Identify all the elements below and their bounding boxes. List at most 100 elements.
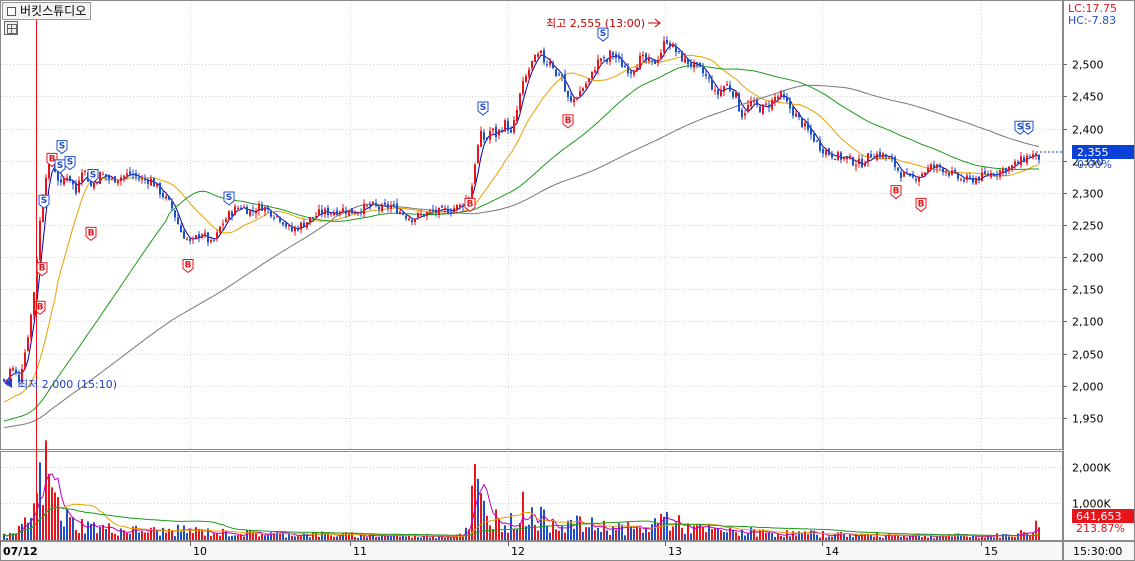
volume-bar bbox=[858, 535, 860, 540]
candle-body bbox=[93, 182, 95, 188]
candle-body bbox=[168, 196, 170, 200]
candle-body bbox=[246, 206, 248, 215]
volume-bar bbox=[771, 532, 773, 540]
date-label: 07/12 bbox=[3, 545, 38, 558]
buy-signal-marker-letter: B bbox=[39, 264, 46, 274]
volume-bar bbox=[570, 519, 572, 540]
volume-bar bbox=[996, 533, 998, 540]
candle-body bbox=[765, 103, 767, 105]
volume-bar bbox=[51, 487, 53, 540]
candle-body bbox=[606, 59, 608, 63]
candle-body bbox=[441, 205, 443, 208]
volume-bar bbox=[687, 523, 689, 540]
candle-body bbox=[648, 58, 650, 62]
candle-body bbox=[135, 172, 137, 177]
volume-bar bbox=[963, 535, 965, 540]
candle-body bbox=[978, 176, 980, 181]
candle-body bbox=[660, 52, 662, 59]
candle-body bbox=[1029, 155, 1031, 157]
volume-bar bbox=[924, 535, 926, 540]
candle-body bbox=[543, 50, 545, 63]
volume-bar bbox=[747, 533, 749, 540]
candle-body bbox=[936, 164, 938, 169]
candle-body bbox=[318, 209, 320, 215]
volume-bar bbox=[354, 536, 356, 540]
candle-body bbox=[285, 223, 287, 227]
candle-body bbox=[315, 215, 317, 218]
candle-body bbox=[591, 71, 593, 79]
price-tick-label: 2,100 bbox=[1072, 316, 1104, 329]
candle-body bbox=[666, 39, 668, 44]
candle-body bbox=[339, 211, 341, 213]
candle-body bbox=[408, 218, 410, 221]
candle-body bbox=[957, 173, 959, 179]
candle-body bbox=[498, 129, 500, 136]
candle-body bbox=[669, 43, 671, 47]
volume-bar bbox=[714, 527, 716, 540]
candle-body bbox=[342, 208, 344, 212]
stock-chart[interactable]: BBBBBBBBBSSS SSSSSS S 1,9502,0002,0502,100… bbox=[0, 0, 1135, 561]
sell-signal-marker-letter: S bbox=[226, 193, 232, 203]
volume-bar bbox=[504, 525, 506, 540]
candle-body bbox=[291, 226, 293, 232]
volume-bar bbox=[738, 535, 740, 540]
candle-body bbox=[351, 208, 353, 214]
volume-bar bbox=[993, 537, 995, 540]
candle-body bbox=[624, 65, 626, 68]
candle-body bbox=[813, 133, 815, 142]
candle-body bbox=[819, 140, 821, 151]
price-axis-frame bbox=[1063, 0, 1135, 541]
candle-body bbox=[336, 210, 338, 215]
volume-bar bbox=[591, 517, 593, 540]
candle-body bbox=[687, 58, 689, 65]
candle-body bbox=[258, 203, 260, 211]
volume-bar bbox=[510, 513, 512, 540]
candle-body bbox=[384, 202, 386, 205]
candle-body bbox=[381, 204, 383, 212]
candle-body bbox=[840, 152, 842, 160]
candle-body bbox=[735, 92, 737, 98]
volume-bar bbox=[624, 535, 626, 540]
candle-body bbox=[960, 179, 962, 181]
candle-body bbox=[486, 137, 488, 140]
candle-body bbox=[834, 158, 836, 161]
volume-bar bbox=[558, 530, 560, 540]
title-tab[interactable]: 버킷스튜디오 bbox=[2, 2, 92, 20]
volume-bar bbox=[9, 532, 11, 540]
candle-body bbox=[891, 156, 893, 159]
candle-body bbox=[639, 55, 641, 70]
volume-tick-label: 1,000K bbox=[1072, 498, 1111, 511]
volume-bar bbox=[60, 520, 62, 540]
candle-body bbox=[387, 203, 389, 209]
candle-body bbox=[66, 177, 68, 179]
volume-bar bbox=[1026, 533, 1028, 540]
candle-body bbox=[267, 208, 269, 210]
candle-body bbox=[1038, 154, 1040, 160]
volume-bar bbox=[177, 524, 179, 540]
candle-body bbox=[1005, 168, 1007, 173]
candle-body bbox=[711, 79, 713, 90]
candle-body bbox=[366, 205, 368, 207]
grid-settings-button[interactable] bbox=[4, 21, 18, 35]
volume-bar bbox=[609, 534, 611, 540]
candle-body bbox=[39, 220, 41, 260]
volume-bar bbox=[450, 537, 452, 540]
date-label: 15 bbox=[984, 545, 998, 558]
volume-bar bbox=[573, 528, 575, 540]
volume-bar bbox=[549, 532, 551, 540]
volume-bar bbox=[180, 531, 182, 540]
candle-body bbox=[909, 174, 911, 176]
candle-body bbox=[9, 368, 11, 381]
candle-body bbox=[444, 208, 446, 210]
candle-body bbox=[510, 129, 512, 133]
candle-body bbox=[771, 100, 773, 110]
candle-body bbox=[30, 314, 32, 338]
volume-ratio-label: 213.87% bbox=[1076, 522, 1125, 535]
candle-body bbox=[714, 90, 716, 92]
volume-bar bbox=[582, 531, 584, 540]
candle-body bbox=[888, 157, 890, 159]
volume-bar bbox=[594, 530, 596, 540]
candle-body bbox=[843, 157, 845, 160]
volume-bar bbox=[411, 537, 413, 540]
candle-body bbox=[645, 53, 647, 61]
